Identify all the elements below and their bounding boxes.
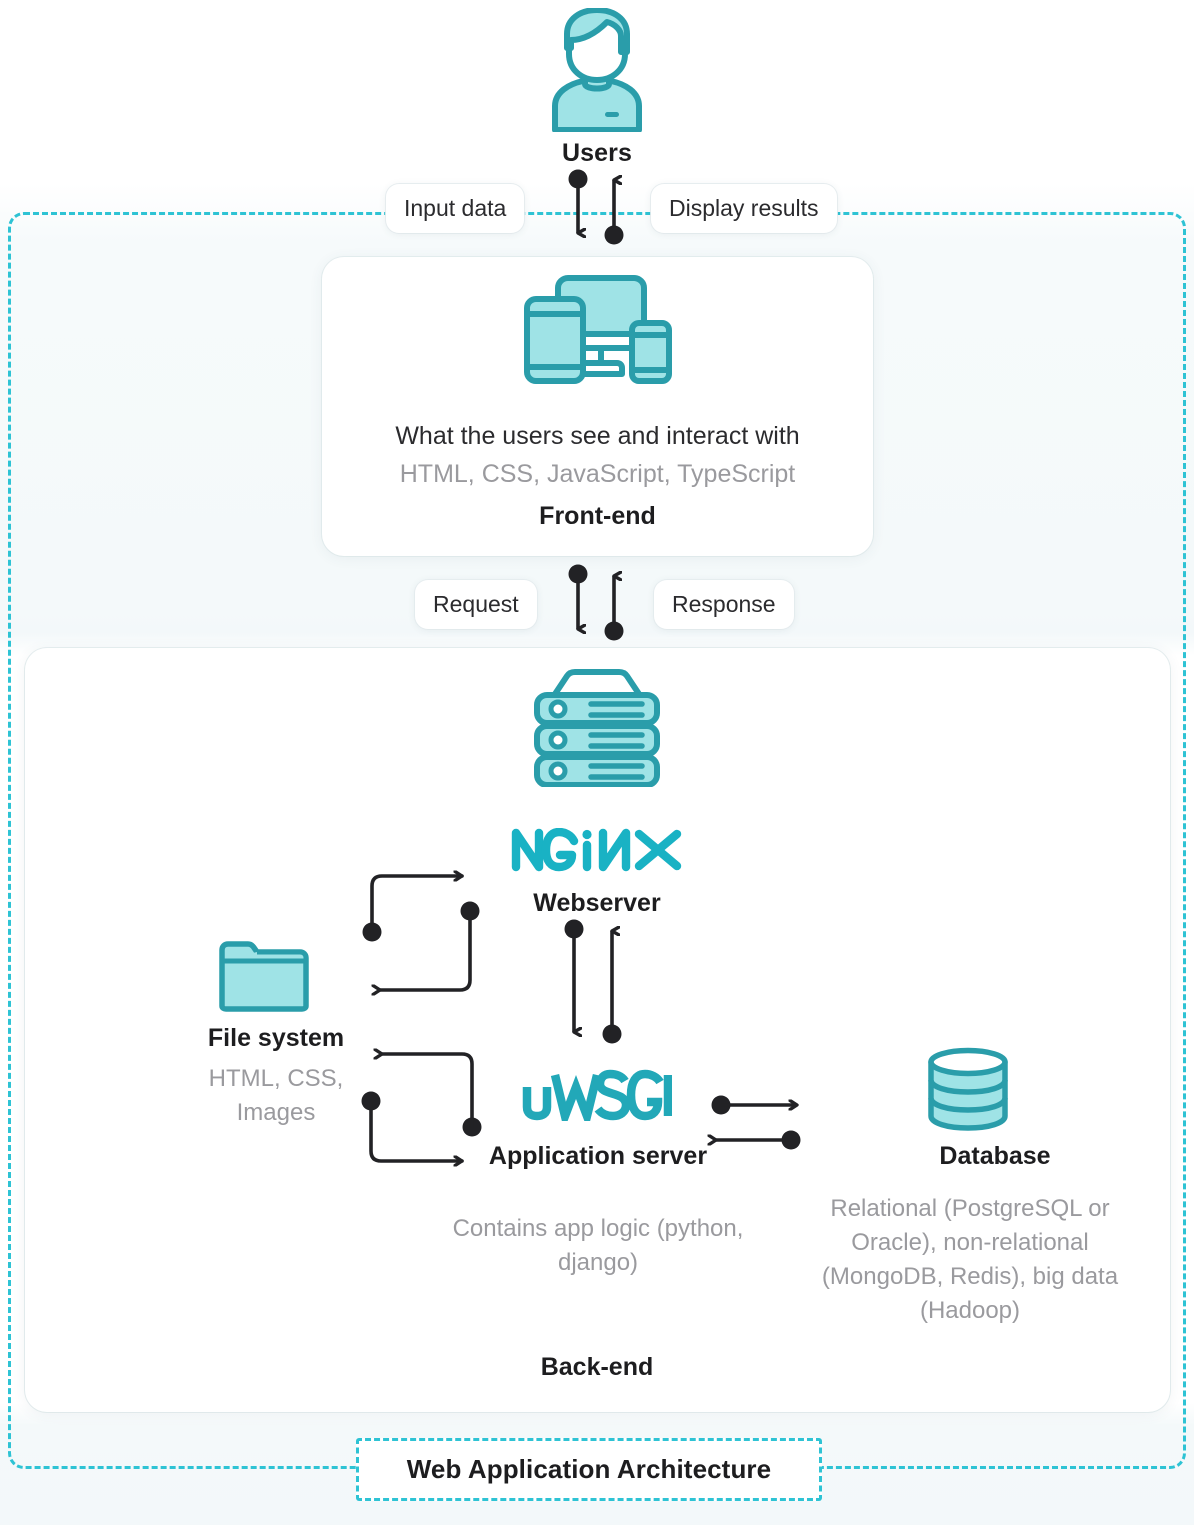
diagram-title: Web Application Architecture: [406, 1454, 772, 1484]
arrow-appserver-to-webserver: [602, 931, 622, 1044]
file-system-label: File system: [207, 1024, 345, 1052]
arrow-backend-to-frontend: [604, 576, 624, 641]
frontend-technologies: HTML, CSS, JavaScript, TypeScript: [399, 460, 796, 488]
database-description: Relational (PostgreSQL or Oracle), non-r…: [821, 1195, 1119, 1325]
server-rack-icon: [529, 669, 665, 792]
arrow-frontend-to-users: [604, 180, 624, 245]
file-system-description: HTML, CSS, Images: [208, 1065, 344, 1127]
frontend-content: What the users see and interact with HTM…: [322, 257, 873, 556]
application-server-label: Application server: [488, 1142, 708, 1170]
backend-title: Back-end: [540, 1353, 654, 1381]
frontend-description: What the users see and interact with: [395, 422, 800, 450]
flow-label-request: Request: [415, 580, 537, 629]
flow-label-response: Response: [654, 580, 794, 629]
folder-icon: [218, 940, 310, 1017]
nginx-logo: [0, 827, 1194, 877]
webserver-label: Webserver: [533, 889, 661, 917]
application-server-description: Contains app logic (python, django): [452, 1215, 744, 1277]
arrow-users-to-frontend: [568, 169, 588, 234]
database-cylinder-icon: [925, 1047, 1011, 1136]
diagram-title-box: Web Application Architecture: [356, 1438, 822, 1501]
arrow-webserver-to-appserver: [564, 919, 584, 1033]
arrow-frontend-to-backend: [568, 564, 588, 630]
frontend-title: Front-end: [539, 502, 656, 530]
database-label: Database: [939, 1142, 1051, 1170]
multi-device-icon: [322, 275, 873, 392]
